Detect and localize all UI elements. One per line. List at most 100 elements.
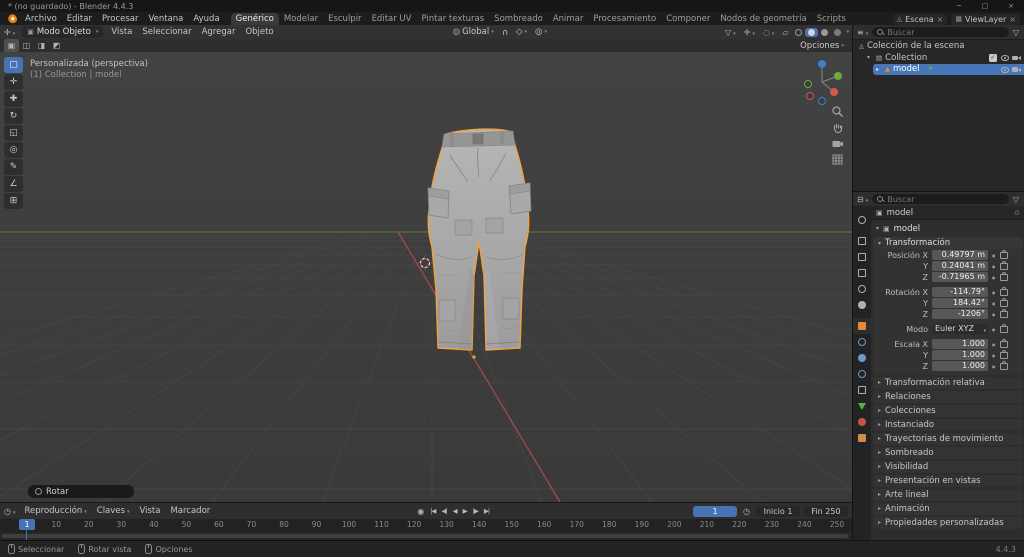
transform-panel-header[interactable]: ▾ Transformación — [873, 237, 1023, 249]
viewport-menu-agregar[interactable]: Agregar — [197, 25, 241, 39]
collapse-arrow-icon[interactable]: ▾ — [867, 54, 873, 61]
section-animaci-n[interactable]: ▸Animación — [873, 503, 1023, 516]
timeline-menu-reproducci-n[interactable]: Reproducción▾ — [20, 504, 92, 519]
viewport-menu-objeto[interactable]: Objeto — [240, 25, 278, 39]
properties-tab-material[interactable] — [853, 414, 871, 430]
workspace-tab-sombreado[interactable]: Sombreado — [489, 13, 548, 25]
keyframe-dot-icon[interactable]: ● — [992, 327, 996, 332]
frame-tick-160[interactable]: 160 — [537, 520, 551, 529]
workspace-tab-pintar-texturas[interactable]: Pintar texturas — [416, 13, 489, 25]
disable-render-icon[interactable] — [1012, 54, 1022, 61]
keyframe-dot-icon[interactable]: ● — [992, 290, 996, 295]
model-pants[interactable] — [416, 124, 544, 364]
frame-tick-140[interactable]: 140 — [472, 520, 486, 529]
transform-field-scale-y[interactable]: 1.000 — [932, 350, 988, 360]
current-frame-field[interactable]: 1 — [693, 506, 737, 517]
proportional-editing-icon[interactable]: ◎▾ — [531, 27, 551, 37]
transform-field-scale-z[interactable]: 1.000 — [932, 361, 988, 371]
camera-view-icon[interactable] — [830, 136, 845, 151]
outliner-search[interactable] — [872, 27, 1009, 37]
lock-icon[interactable] — [1000, 289, 1008, 296]
timeline-scrollbar[interactable] — [2, 534, 848, 538]
frame-start-field[interactable]: Inicio 1 — [756, 506, 800, 517]
outliner-row-collection[interactable]: ▾ ▤ Collection ✓ — [853, 53, 1024, 64]
shading-rendered-button[interactable] — [831, 28, 844, 37]
tool-add-cube[interactable]: ⊞ — [4, 193, 23, 209]
menu-archivo[interactable]: Archivo — [20, 12, 62, 26]
keyframe-dot-icon[interactable]: ● — [992, 264, 996, 269]
tool-scale[interactable]: ◱ — [4, 125, 23, 141]
frame-tick-40[interactable]: 40 — [149, 520, 159, 529]
select-mode-extend-icon[interactable]: ◫ — [19, 39, 34, 52]
transform-field-pos-y[interactable]: 0.24041 m — [932, 261, 988, 271]
properties-tab-scene[interactable] — [853, 281, 871, 297]
properties-tab-object[interactable] — [853, 318, 871, 334]
frame-tick-90[interactable]: 90 — [312, 520, 322, 529]
remove-viewlayer-icon[interactable]: × — [1009, 15, 1016, 24]
scene-selector[interactable]: ◬ Escena × — [893, 14, 948, 25]
keyframe-dot-icon[interactable]: ● — [992, 312, 996, 317]
properties-tab-constraints[interactable] — [853, 382, 871, 398]
keyframe-dot-icon[interactable]: ● — [992, 253, 996, 258]
disable-render-icon[interactable] — [1012, 66, 1022, 73]
properties-tab-object-data[interactable] — [853, 398, 871, 414]
keyframe-dot-icon[interactable]: ● — [992, 301, 996, 306]
properties-tab-tool[interactable] — [853, 212, 871, 228]
select-mode-new-icon[interactable]: ▣ — [4, 39, 19, 52]
outliner-filter-icon[interactable]: ▽ — [1009, 28, 1023, 37]
operator-panel[interactable]: Rotar — [28, 485, 134, 498]
section-colecciones[interactable]: ▸Colecciones — [873, 405, 1023, 418]
minimize-button[interactable]: ─ — [946, 0, 972, 12]
viewport-menu-seleccionar[interactable]: Seleccionar — [137, 25, 196, 39]
frame-tick-50[interactable]: 50 — [182, 520, 192, 529]
properties-search-input[interactable] — [887, 195, 1004, 204]
jump-to-start-button[interactable]: |◀ — [427, 507, 438, 515]
properties-tab-modifiers[interactable] — [853, 334, 871, 350]
editor-type-properties-icon[interactable]: ⊟▾ — [853, 195, 872, 204]
viewlayer-selector[interactable]: ▦ ViewLayer × — [951, 14, 1020, 25]
frame-tick-170[interactable]: 170 — [570, 520, 584, 529]
gizmos-toggle-icon[interactable]: ✛▾ — [740, 28, 759, 37]
frame-tick-120[interactable]: 120 — [407, 520, 421, 529]
properties-search[interactable] — [872, 194, 1009, 204]
lock-icon[interactable] — [1000, 341, 1008, 348]
collection-checkbox[interactable]: ✓ — [989, 54, 997, 62]
frame-tick-30[interactable]: 30 — [117, 520, 127, 529]
workspace-tab-animar[interactable]: Animar — [548, 13, 589, 25]
tool-rotate[interactable]: ↻ — [4, 108, 23, 124]
overlays-toggle-icon[interactable]: ◌▾ — [759, 28, 779, 37]
tool-move[interactable]: ✚ — [4, 91, 23, 107]
keyframe-dot-icon[interactable]: ● — [992, 275, 996, 280]
frame-tick-180[interactable]: 180 — [602, 520, 616, 529]
collapse-arrow-icon[interactable]: ▾ — [876, 225, 879, 232]
section-presentaci-n-en-vistas[interactable]: ▸Presentación en vistas — [873, 475, 1023, 488]
pan-hand-icon[interactable] — [830, 120, 845, 135]
timeline-menu-vista[interactable]: Vista — [134, 504, 165, 518]
shading-wireframe-button[interactable] — [792, 28, 805, 37]
transform-field-scale-x[interactable]: 1.000 — [932, 339, 988, 349]
properties-tab-render[interactable] — [853, 233, 871, 249]
frame-tick-70[interactable]: 70 — [247, 520, 257, 529]
options-dropdown[interactable]: Opciones ▾ — [796, 41, 848, 51]
unlink-scene-icon[interactable]: × — [937, 15, 944, 24]
workspace-tab-editar-uv[interactable]: Editar UV — [367, 13, 417, 25]
menu-editar[interactable]: Editar — [62, 12, 97, 26]
transform-field-pos-z[interactable]: -0.71965 m — [932, 272, 988, 282]
timeline-menu-claves[interactable]: Claves▾ — [92, 504, 135, 519]
frame-tick-60[interactable]: 60 — [214, 520, 224, 529]
auto-keying-button[interactable]: ◉ — [414, 507, 427, 516]
lock-icon[interactable] — [1000, 263, 1008, 270]
navigation-gizmo[interactable] — [794, 54, 850, 110]
snap-magnet-icon[interactable]: ∪ — [498, 27, 512, 37]
previous-keyframe-button[interactable]: ◀| — [438, 507, 449, 515]
transform-orientation-dropdown[interactable]: ◍ Global ▾ — [449, 27, 498, 37]
mode-selector[interactable]: ▣ Modo Objeto ▾ — [22, 26, 103, 38]
frame-tick-80[interactable]: 80 — [279, 520, 289, 529]
frame-tick-10[interactable]: 10 — [51, 520, 61, 529]
tool-select-box[interactable]: ▢ — [4, 57, 23, 73]
ortho-grid-icon[interactable] — [830, 152, 845, 167]
lock-icon[interactable] — [1000, 252, 1008, 259]
properties-tab-particles[interactable] — [853, 350, 871, 366]
frame-tick-190[interactable]: 190 — [635, 520, 649, 529]
lock-icon[interactable] — [1000, 363, 1008, 370]
